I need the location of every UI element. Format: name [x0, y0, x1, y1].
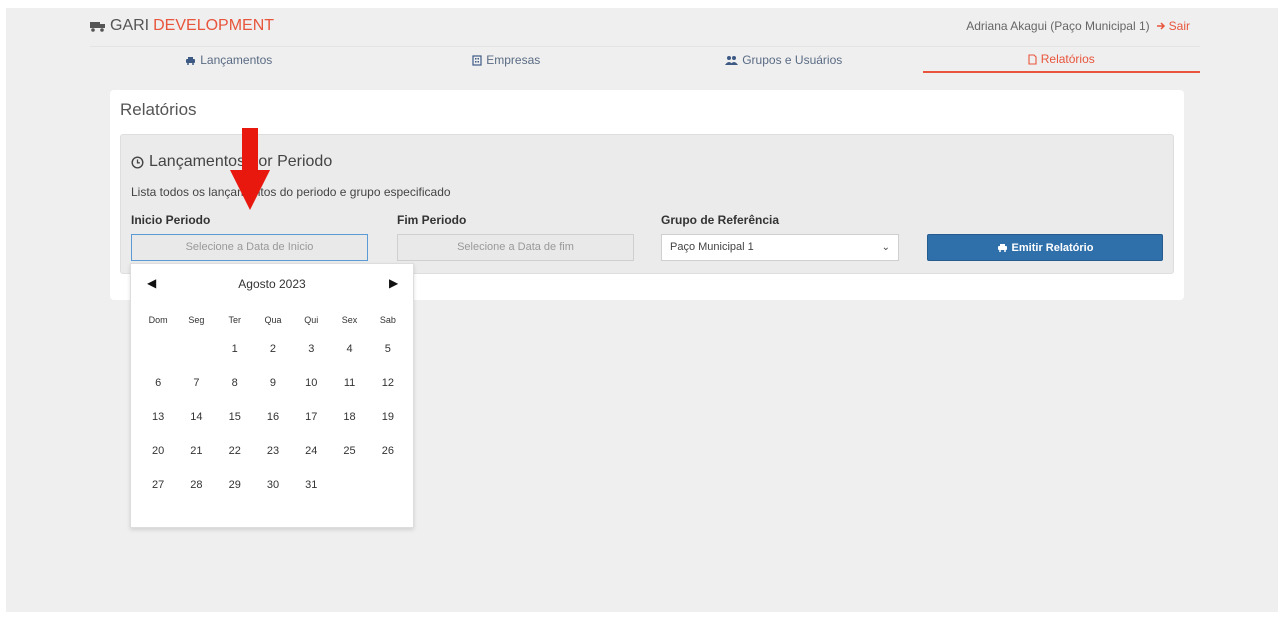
calendar-day[interactable]: 20: [139, 445, 177, 457]
calendar-day[interactable]: 16: [254, 411, 292, 423]
calendar-day[interactable]: 17: [292, 411, 330, 423]
calendar-day[interactable]: 9: [254, 377, 292, 389]
users-icon: [725, 56, 739, 65]
weekday-label: Ter: [228, 315, 241, 325]
top-bar: GARI DEVELOPMENT Adriana Akagui (Paço Mu…: [6, 8, 1278, 44]
panel-description: Lista todos os lançamentos do periodo e …: [131, 185, 451, 199]
next-month-icon[interactable]: ▶: [389, 276, 398, 290]
weekday-header-row: Dom Seg Ter Qua Qui Sex Sab: [139, 308, 407, 332]
tab-label: Grupos e Usuários: [742, 53, 843, 67]
building-icon: [472, 54, 482, 66]
calendar-day[interactable]: 24: [292, 445, 330, 457]
calendar-day[interactable]: 30: [254, 479, 292, 491]
tab-label: Empresas: [486, 53, 541, 67]
clock-icon: [131, 155, 144, 169]
red-arrow-icon: [230, 128, 270, 210]
calendar-day[interactable]: 8: [216, 377, 254, 389]
end-period-label: Fim Periodo: [397, 213, 467, 227]
tab-relatorios[interactable]: Relatórios: [922, 47, 1200, 73]
date-picker: ◀ Agosto 2023 ▶ Dom Seg Ter Qua Qui Sex Sab 1 2 3…: [130, 263, 414, 528]
brand-suffix: DEVELOPMENT: [153, 17, 275, 34]
calendar-day[interactable]: 1: [216, 343, 254, 355]
logout-icon: [1156, 22, 1165, 30]
group-select-value: Paço Municipal 1: [670, 241, 754, 253]
calendar-day[interactable]: 21: [177, 445, 215, 457]
calendar-week-row: 20 21 22 23 24 25 26: [139, 434, 407, 468]
page-title: Relatórios: [120, 100, 197, 119]
chevron-down-icon: ⌄: [881, 242, 890, 253]
calendar-day[interactable]: 19: [369, 411, 407, 423]
calendar-day[interactable]: 4: [330, 343, 368, 355]
car-icon: [997, 244, 1007, 252]
emit-report-label: Emitir Relatório: [1011, 241, 1094, 254]
user-name: Adriana Akagui (Paço Municipal 1): [966, 19, 1150, 33]
calendar-day[interactable]: 26: [369, 445, 407, 457]
calendar-week-row: 27 28 29 30 31: [139, 468, 407, 502]
tab-grupos-usuarios[interactable]: Grupos e Usuários: [645, 47, 923, 73]
calendar-month: Agosto 2023: [238, 277, 306, 291]
main-nav: Lançamentos Empresas Grupos e Usuários R…: [90, 46, 1200, 73]
weekday-label: Qui: [304, 315, 319, 325]
calendar-header: ◀ Agosto 2023 ▶: [131, 272, 413, 296]
tab-label: Relatórios: [1040, 52, 1095, 66]
calendar-week-row: 6 7 8 9 10 11 12: [139, 366, 407, 400]
document-icon: [1028, 53, 1037, 65]
calendar-day[interactable]: 11: [330, 377, 368, 389]
start-period-label: Inicio Periodo: [131, 213, 211, 227]
weekday-label: Seg: [188, 315, 205, 325]
calendar-day[interactable]: 5: [369, 343, 407, 355]
logout-label: Sair: [1168, 19, 1190, 33]
logout-link[interactable]: Sair: [1156, 19, 1190, 33]
calendar-week-row: 12345: [139, 332, 407, 366]
user-area: Adriana Akagui (Paço Municipal 1) Sair: [966, 19, 1190, 33]
calendar-day[interactable]: 29: [216, 479, 254, 491]
calendar-day[interactable]: 23: [254, 445, 292, 457]
tab-empresas[interactable]: Empresas: [368, 47, 646, 73]
calendar-day[interactable]: 6: [139, 377, 177, 389]
brand-name: GARI: [110, 17, 150, 34]
weekday-label: Dom: [148, 315, 168, 325]
brand-logo[interactable]: GARI DEVELOPMENT: [90, 17, 274, 35]
calendar-day[interactable]: 27: [139, 479, 177, 491]
calendar-day[interactable]: 14: [177, 411, 215, 423]
start-date-input[interactable]: Selecione a Data de Inicio: [131, 234, 368, 261]
calendar-day[interactable]: 25: [330, 445, 368, 457]
calendar-day[interactable]: 3: [292, 343, 330, 355]
end-date-input[interactable]: Selecione a Data de fim: [397, 234, 634, 261]
tab-label: Lançamentos: [200, 53, 273, 67]
report-panel: Lançamentos por Periodo Lista todos os l…: [120, 134, 1174, 274]
group-select[interactable]: Paço Municipal 1 ⌄: [661, 234, 899, 261]
calendar-day[interactable]: 12: [369, 377, 407, 389]
calendar-day[interactable]: 22: [216, 445, 254, 457]
calendar-day[interactable]: 18: [330, 411, 368, 423]
tab-lancamentos[interactable]: Lançamentos: [90, 47, 368, 73]
calendar-grid: Dom Seg Ter Qua Qui Sex Sab 1 2 3 4 5 6 7 8 9 10 11 12 13 14…: [139, 308, 407, 502]
calendar-day[interactable]: 28: [177, 479, 215, 491]
weekday-label: Sab: [379, 315, 396, 325]
calendar-week-row: 13 14 15 16 17 18 19: [139, 400, 407, 434]
group-label: Grupo de Referência: [661, 213, 780, 227]
calendar-day[interactable]: 15: [216, 411, 254, 423]
calendar-day[interactable]: 2: [254, 343, 292, 355]
calendar-day[interactable]: 13: [139, 411, 177, 423]
weekday-label: Qua: [264, 315, 282, 325]
calendar-day[interactable]: 7: [177, 377, 215, 389]
weekday-label: Sex: [341, 315, 358, 325]
calendar-day[interactable]: 10: [292, 377, 330, 389]
car-icon: [186, 56, 196, 65]
truck-icon: [90, 22, 105, 32]
emit-report-button[interactable]: Emitir Relatório: [927, 234, 1163, 261]
calendar-day[interactable]: 31: [292, 479, 330, 491]
